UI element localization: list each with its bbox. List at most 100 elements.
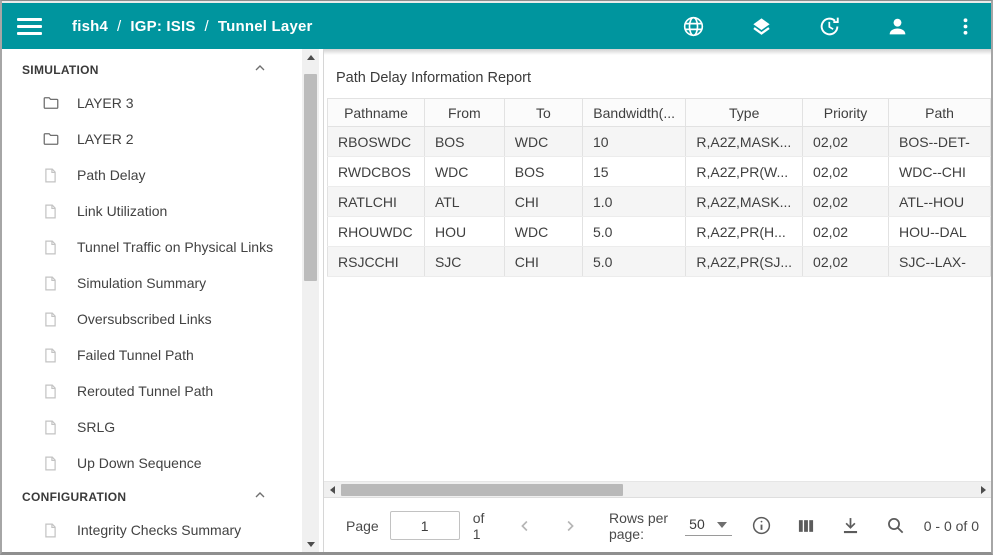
columns-button[interactable] <box>796 515 816 537</box>
cell-bandwidth[interactable]: 5.0 <box>582 217 685 247</box>
breadcrumb-item-network[interactable]: fish4 <box>72 18 108 35</box>
sidebar-item-layer-2[interactable]: LAYER 2 <box>2 121 302 157</box>
cell-pathname[interactable]: RATLCHI <box>328 187 425 217</box>
cell-path[interactable]: SJC--LAX- <box>889 247 991 277</box>
cell-path[interactable]: HOU--DAL <box>889 217 991 247</box>
cell-type[interactable]: R,A2Z,MASK... <box>686 187 803 217</box>
chevron-left-icon <box>516 517 534 535</box>
scroll-left-button[interactable] <box>324 482 340 498</box>
column-header-from[interactable]: From <box>424 99 504 127</box>
search-button[interactable] <box>885 515 906 537</box>
cell-path[interactable]: ATL--HOU <box>889 187 991 217</box>
cell-priority[interactable]: 02,02 <box>803 247 889 277</box>
breadcrumb-item-igp[interactable]: IGP: ISIS <box>130 18 195 35</box>
cell-priority[interactable]: 02,02 <box>803 217 889 247</box>
globe-icon <box>682 15 705 38</box>
column-header-path[interactable]: Path <box>889 99 991 127</box>
cell-from[interactable]: SJC <box>424 247 504 277</box>
cell-path[interactable]: WDC--CHI <box>889 157 991 187</box>
breadcrumb-separator: / <box>205 18 209 35</box>
table-row[interactable]: RBOSWDCBOSWDC10R,A2Z,MASK...02,02BOS--DE… <box>328 127 991 157</box>
cell-to[interactable]: WDC <box>504 217 582 247</box>
table-row[interactable]: RHOUWDCHOUWDC5.0R,A2Z,PR(H...02,02HOU--D… <box>328 217 991 247</box>
breadcrumb-item-layer[interactable]: Tunnel Layer <box>218 18 313 35</box>
cell-to[interactable]: BOS <box>504 157 582 187</box>
info-button[interactable] <box>751 515 772 537</box>
scroll-right-button[interactable] <box>975 482 991 498</box>
cell-from[interactable]: BOS <box>424 127 504 157</box>
cell-path[interactable]: BOS--DET- <box>889 127 991 157</box>
menu-button[interactable] <box>17 18 42 35</box>
column-header-priority[interactable]: Priority <box>803 99 889 127</box>
cell-type[interactable]: R,A2Z,PR(W... <box>686 157 803 187</box>
cell-from[interactable]: HOU <box>424 217 504 247</box>
cell-bandwidth[interactable]: 10 <box>582 127 685 157</box>
sidebar-item-integrity-checks-summary[interactable]: Integrity Checks Summary <box>2 512 302 548</box>
next-page-button[interactable] <box>561 517 579 535</box>
vertical-scrollbar-thumb[interactable] <box>304 74 317 281</box>
sidebar-item-rerouted-tunnel-path[interactable]: Rerouted Tunnel Path <box>2 373 302 409</box>
cell-priority[interactable]: 02,02 <box>803 157 889 187</box>
download-button[interactable] <box>840 515 861 537</box>
cell-pathname[interactable]: RHOUWDC <box>328 217 425 247</box>
file-icon <box>42 166 60 184</box>
cell-to[interactable]: WDC <box>504 127 582 157</box>
sidebar-item-tunnel-traffic-on-physical-links[interactable]: Tunnel Traffic on Physical Links <box>2 229 302 265</box>
cell-bandwidth[interactable]: 15 <box>582 157 685 187</box>
sidebar-item-layer-3[interactable]: LAYER 3 <box>2 85 302 121</box>
folder-icon <box>42 94 60 112</box>
column-header-to[interactable]: To <box>504 99 582 127</box>
sidebar-item-simulation-summary[interactable]: Simulation Summary <box>2 265 302 301</box>
sidebar-item-label: Simulation Summary <box>77 275 206 291</box>
cell-from[interactable]: WDC <box>424 157 504 187</box>
scroll-up-button[interactable] <box>302 49 319 66</box>
cell-pathname[interactable]: RWDCBOS <box>328 157 425 187</box>
cell-type[interactable]: R,A2Z,MASK... <box>686 127 803 157</box>
globe-button[interactable] <box>681 14 705 38</box>
table-row[interactable]: RWDCBOSWDCBOS15R,A2Z,PR(W...02,02WDC--CH… <box>328 157 991 187</box>
section-label: SIMULATION <box>22 63 99 77</box>
page-title: Path Delay Information Report <box>336 70 991 86</box>
cell-type[interactable]: R,A2Z,PR(H... <box>686 217 803 247</box>
chevron-right-icon <box>561 517 579 535</box>
column-header-bandwidth[interactable]: Bandwidth(... <box>582 99 685 127</box>
scroll-down-button[interactable] <box>302 536 319 553</box>
cell-from[interactable]: ATL <box>424 187 504 217</box>
cell-type[interactable]: R,A2Z,PR(SJ... <box>686 247 803 277</box>
table-row[interactable]: RSJCCHISJCCHI5.0R,A2Z,PR(SJ...02,02SJC--… <box>328 247 991 277</box>
page-input[interactable] <box>390 511 460 540</box>
caret-down-icon <box>717 522 727 528</box>
cell-pathname[interactable]: RSJCCHI <box>328 247 425 277</box>
cell-priority[interactable]: 02,02 <box>803 187 889 217</box>
cell-bandwidth[interactable]: 1.0 <box>582 187 685 217</box>
cell-pathname[interactable]: RBOSWDC <box>328 127 425 157</box>
layers-button[interactable] <box>749 14 773 38</box>
more-vert-icon <box>954 15 977 38</box>
user-button[interactable] <box>885 14 909 38</box>
prev-page-button[interactable] <box>516 517 534 535</box>
sidebar-item-srlg[interactable]: SRLG <box>2 409 302 445</box>
app-window: fish4 / IGP: ISIS / Tunnel Layer <box>0 0 993 555</box>
sidebar-item-up-down-sequence[interactable]: Up Down Sequence <box>2 445 302 481</box>
horizontal-scrollbar-thumb[interactable] <box>341 484 623 496</box>
table-row[interactable]: RATLCHIATLCHI1.0R,A2Z,MASK...02,02ATL--H… <box>328 187 991 217</box>
section-header-simulation[interactable]: SIMULATION <box>2 54 302 85</box>
column-header-type[interactable]: Type <box>686 99 803 127</box>
more-button[interactable] <box>953 14 977 38</box>
triangle-up-icon <box>307 55 315 60</box>
cell-bandwidth[interactable]: 5.0 <box>582 247 685 277</box>
sidebar-item-oversubscribed-links[interactable]: Oversubscribed Links <box>2 301 302 337</box>
table-horizontal-scrollbar[interactable] <box>324 481 991 497</box>
sidebar-item-failed-tunnel-path[interactable]: Failed Tunnel Path <box>2 337 302 373</box>
cell-to[interactable]: CHI <box>504 247 582 277</box>
sidebar-vertical-scrollbar[interactable] <box>302 49 319 553</box>
file-icon <box>42 238 60 256</box>
cell-priority[interactable]: 02,02 <box>803 127 889 157</box>
cell-to[interactable]: CHI <box>504 187 582 217</box>
sidebar-item-link-utilization[interactable]: Link Utilization <box>2 193 302 229</box>
section-header-configuration[interactable]: CONFIGURATION <box>2 481 302 512</box>
update-button[interactable] <box>817 14 841 38</box>
rows-per-page-select[interactable]: 50 <box>685 516 732 536</box>
column-header-pathname[interactable]: Pathname <box>328 99 425 127</box>
sidebar-item-path-delay[interactable]: Path Delay <box>2 157 302 193</box>
